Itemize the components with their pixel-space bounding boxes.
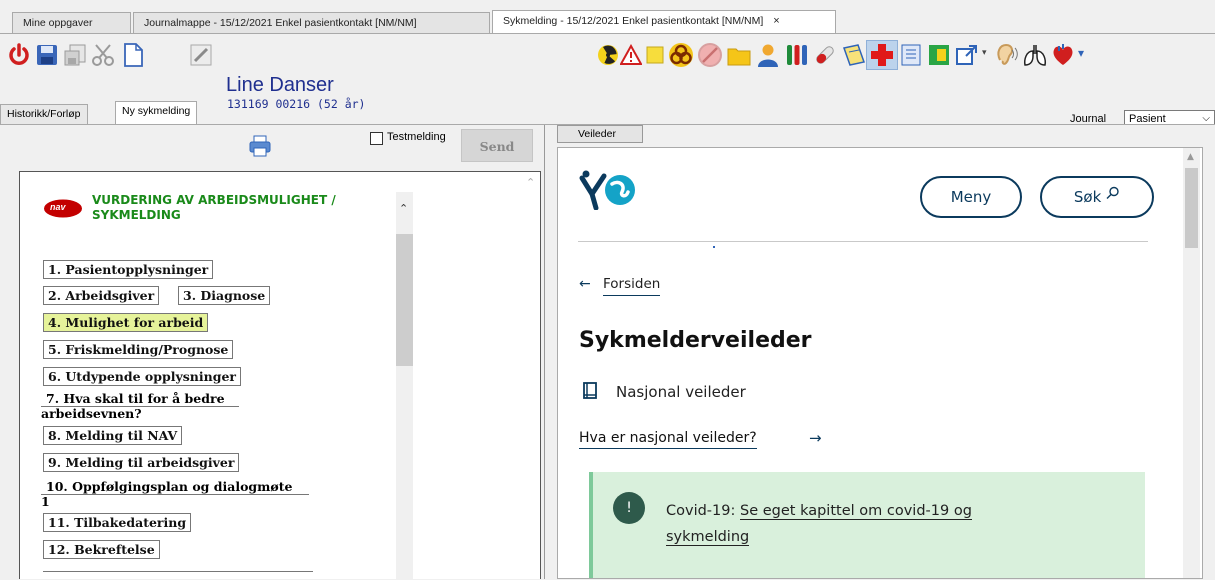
patient-id: 131169 00216 (52 år): [227, 97, 366, 111]
chevron-down-icon: ⌵: [1202, 113, 1210, 124]
close-tab-icon[interactable]: ×: [773, 15, 779, 27]
section-6-button[interactable]: 6. Utdypende opplysninger: [43, 367, 241, 386]
save-icon[interactable]: [34, 42, 60, 68]
tab-sykmelding[interactable]: Sykmelding - 15/12/2021 Enkel pasientkon…: [492, 10, 836, 35]
section-9-button[interactable]: 9. Melding til arbeidsgiver: [43, 453, 240, 472]
veileder-webview: Meny Søk ← Forsiden Sykmelderveileder Na…: [557, 147, 1203, 579]
outer-scroll-up-icon[interactable]: ⌃: [526, 176, 535, 189]
veileder-panel: Veileder Meny Søk ← Forsiden Sykmelderve…: [549, 125, 1215, 579]
notepad-icon[interactable]: [841, 42, 867, 68]
person-icon[interactable]: [755, 42, 781, 68]
tab-historikk[interactable]: Historikk/Forløp: [0, 104, 88, 124]
section-8-button[interactable]: 8. Melding til NAV: [43, 426, 183, 445]
radiation-icon[interactable]: [597, 44, 619, 66]
form-scrollbar[interactable]: ⌃: [396, 192, 413, 580]
tab-ny-sykmelding[interactable]: Ny sykmelding: [115, 101, 198, 125]
info-exclamation-icon: !: [613, 492, 645, 524]
form-title: VURDERING AV ARBEIDSMULIGHET / SYKMELDIN…: [92, 193, 336, 222]
green-card-icon[interactable]: [926, 42, 952, 68]
testmelding-label: Testmelding: [387, 131, 446, 143]
test-tubes-icon[interactable]: [784, 42, 810, 68]
red-cross-icon[interactable]: [869, 42, 895, 68]
section-2-button[interactable]: 2. Arbeidsgiver: [43, 286, 160, 305]
helsedirektoratet-logo-icon[interactable]: [578, 170, 640, 210]
form-divider: [43, 571, 313, 572]
section-12-button[interactable]: 12. Bekreftelse: [43, 540, 160, 559]
page-title: Sykmelderveileder: [579, 328, 812, 353]
tab-journalmappe[interactable]: Journalmappe - 15/12/2021 Enkel pasientk…: [133, 12, 490, 34]
webview-scroll-up-icon[interactable]: ▲: [1187, 152, 1194, 162]
toolbar-overflow-icon[interactable]: ▾: [1078, 46, 1084, 60]
section-1-button[interactable]: 1. Pasientopplysninger: [43, 260, 214, 279]
document-tab-bar: Mine oppgaver Journalmappe - 15/12/2021 …: [0, 0, 1215, 35]
form-content: nav VURDERING AV ARBEIDSMULIGHET / SYKME…: [19, 171, 541, 580]
section-4-button[interactable]: 4. Mulighet for arbeid: [43, 313, 209, 332]
print-icon[interactable]: [248, 134, 272, 158]
search-button[interactable]: Søk: [1040, 176, 1154, 218]
new-document-icon[interactable]: [120, 42, 146, 68]
covid-link-cont[interactable]: sykmelding: [666, 529, 750, 546]
patient-name: Line Danser: [226, 74, 334, 96]
sticky-note-icon[interactable]: [644, 44, 666, 66]
lungs-icon[interactable]: [1022, 42, 1048, 68]
edit-icon[interactable]: [188, 42, 214, 68]
toolbar: Line Danser 131169 00216 (52 år) ▾ ▾ Jou…: [0, 34, 1215, 130]
heart-icon[interactable]: [1050, 42, 1076, 68]
forsiden-link[interactable]: Forsiden: [603, 276, 661, 296]
webview-scrollbar[interactable]: ▲: [1183, 148, 1200, 578]
open-external-icon[interactable]: [954, 42, 980, 68]
arrow-right-icon[interactable]: →: [809, 429, 822, 447]
section-11-button[interactable]: 11. Tilbakedatering: [43, 513, 192, 532]
ear-icon[interactable]: [992, 42, 1018, 68]
no-entry-icon[interactable]: [697, 42, 723, 68]
nav-logo: nav: [43, 199, 83, 218]
section-7-button[interactable]: 7. Hva skal til for å bedre arbeidsevnen…: [41, 392, 239, 421]
list-document-icon[interactable]: [898, 42, 924, 68]
section-10-button[interactable]: 10. Oppfølgingsplan og dialogmøte 1: [41, 480, 309, 509]
nasjonal-veileder-label: Nasjonal veileder: [616, 383, 746, 401]
dropdown-arrow-icon[interactable]: ▾: [982, 48, 987, 58]
tab-mine-oppgaver[interactable]: Mine oppgaver: [12, 12, 131, 34]
nasjonal-veileder-link[interactable]: Hva er nasjonal veileder?: [579, 430, 757, 449]
testmelding-checkbox[interactable]: [370, 132, 383, 145]
send-button[interactable]: Send: [461, 129, 533, 162]
tab-veileder[interactable]: Veileder: [557, 125, 643, 143]
covid-text: Covid-19: Se eget kapittel om covid-19 o…: [666, 503, 972, 546]
covid-link[interactable]: Se eget kapittel om covid-19 og: [740, 503, 972, 520]
biohazard-icon[interactable]: [668, 42, 694, 68]
menu-button[interactable]: Meny: [920, 176, 1022, 218]
header-divider: [578, 241, 1148, 242]
power-icon[interactable]: [6, 42, 32, 68]
pill-icon[interactable]: [812, 42, 838, 68]
scroll-up-icon[interactable]: ⌃: [399, 202, 408, 215]
section-3-button[interactable]: 3. Diagnose: [178, 286, 271, 305]
webview-scrollbar-thumb[interactable]: [1185, 168, 1198, 248]
warning-icon[interactable]: [620, 44, 642, 66]
section-5-button[interactable]: 5. Friskmelding/Prognose: [43, 340, 234, 359]
book-icon: [583, 382, 597, 399]
sykmelding-form-panel: Testmelding Send nav VURDERING AV ARBEID…: [0, 125, 545, 580]
header-dot: [713, 246, 715, 248]
form-scrollbar-thumb[interactable]: [396, 234, 413, 366]
cut-icon[interactable]: [90, 42, 116, 68]
save-as-icon[interactable]: [62, 42, 88, 68]
back-arrow-icon[interactable]: ←: [579, 276, 591, 292]
covid-notice: ! Covid-19: Se eget kapittel om covid-19…: [589, 472, 1145, 578]
search-icon: [1106, 186, 1119, 199]
folder-icon[interactable]: [726, 43, 752, 69]
